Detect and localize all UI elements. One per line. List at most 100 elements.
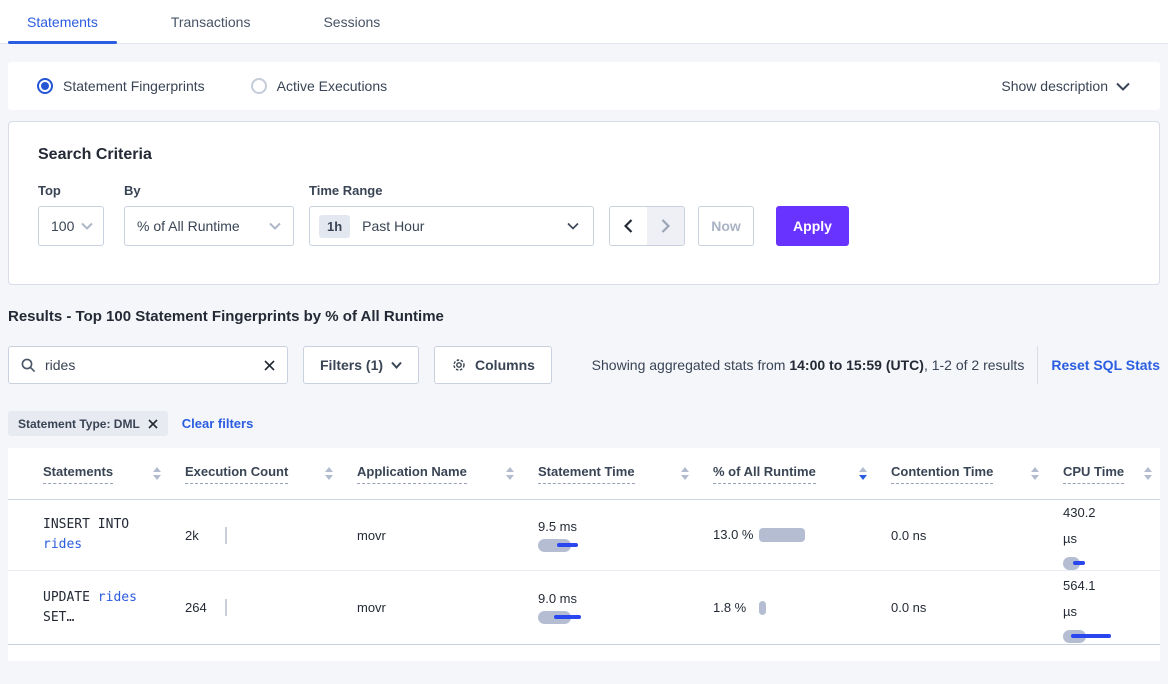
sort-icon[interactable]	[325, 467, 333, 480]
cpu-time-bar	[1063, 557, 1133, 570]
active-tab-underline	[8, 41, 117, 44]
execution-count-value: 2k	[185, 528, 225, 543]
time-range-next-button[interactable]	[647, 207, 684, 245]
show-description-toggle[interactable]: Show description	[1001, 78, 1130, 94]
sort-icon[interactable]	[681, 467, 689, 480]
application-name-cell: movr	[357, 600, 538, 615]
search-criteria-form: Top 100 By % of All Runtime Time Range 1…	[38, 183, 1159, 246]
time-range-pager	[609, 206, 685, 246]
pct-runtime-cell: 13.0 %	[713, 522, 891, 548]
table-header-row: Statements Execution Count Application N…	[8, 448, 1160, 500]
execution-count-bar	[225, 527, 227, 544]
table-row[interactable]: UPDATE rides SET… 264 movr 9.0 ms 1.8 % …	[8, 571, 1160, 645]
execution-count-bar	[225, 599, 227, 616]
cpu-time-value: 564.1 µs	[1063, 573, 1111, 625]
by-label: By	[124, 183, 309, 198]
now-button[interactable]: Now	[698, 206, 754, 246]
pct-runtime-value: 13.0 %	[713, 522, 757, 548]
pct-runtime-bar	[759, 528, 805, 542]
statement-time-value: 9.0 ms	[538, 591, 713, 606]
time-range-field: Time Range 1h Past Hour	[309, 183, 609, 246]
tab-statements[interactable]: Statements	[27, 14, 98, 30]
execution-count-cell: 264	[185, 599, 357, 616]
filter-chip-label: Statement Type: DML	[18, 417, 140, 431]
col-header-application-name[interactable]: Application Name	[357, 464, 538, 484]
top-select[interactable]: 100	[38, 206, 104, 246]
execution-count-value: 264	[185, 600, 225, 615]
statements-table: Statements Execution Count Application N…	[8, 448, 1160, 661]
tab-transactions[interactable]: Transactions	[171, 14, 251, 30]
time-range-select[interactable]: 1h Past Hour	[309, 206, 594, 246]
search-criteria-card: Search Criteria Top 100 By % of All Runt…	[8, 121, 1160, 285]
chevron-down-icon	[269, 222, 281, 230]
columns-button[interactable]: Columns	[434, 346, 552, 384]
remove-filter-icon[interactable]	[148, 419, 158, 429]
col-header-statement-time[interactable]: Statement Time	[538, 464, 713, 484]
col-header-statements[interactable]: Statements	[43, 464, 185, 484]
toolbar-divider	[1037, 346, 1038, 384]
statement-search-box[interactable]	[8, 346, 288, 384]
aggregated-stats-note: Showing aggregated stats from 14:00 to 1…	[592, 357, 1025, 373]
results-toolbar: Filters (1) Columns Showing aggregated s…	[8, 346, 1160, 384]
radio-unselected-icon[interactable]	[251, 78, 267, 94]
stats-suffix: , 1-2 of 2 results	[924, 357, 1024, 373]
time-range-prev-button[interactable]	[610, 207, 647, 245]
sort-icon[interactable]	[153, 467, 161, 480]
sort-icon[interactable]	[1031, 467, 1039, 480]
show-description-label: Show description	[1001, 78, 1108, 94]
clear-filters-link[interactable]: Clear filters	[182, 416, 254, 431]
filters-button[interactable]: Filters (1)	[303, 346, 419, 384]
cpu-time-cell: 430.2 µs	[1063, 500, 1160, 570]
search-criteria-title: Search Criteria	[38, 146, 1159, 164]
apply-button[interactable]: Apply	[776, 206, 849, 246]
cpu-time-bar	[1063, 630, 1133, 643]
statement-time-cell: 9.5 ms	[538, 519, 713, 552]
time-range-badge: 1h	[319, 215, 350, 238]
search-input[interactable]	[45, 357, 264, 373]
statement-time-cell: 9.0 ms	[538, 591, 713, 624]
radio-selected-icon[interactable]	[37, 78, 53, 94]
col-header-cpu-time[interactable]: CPU Time	[1063, 464, 1160, 484]
statement-text: INSERT INTO	[43, 517, 129, 532]
by-select[interactable]: % of All Runtime	[124, 206, 294, 246]
pct-runtime-bar	[759, 601, 766, 615]
time-range-label: Time Range	[309, 183, 609, 198]
columns-label: Columns	[475, 357, 535, 373]
filters-label: Filters (1)	[320, 357, 383, 373]
table-row[interactable]: INSERT INTO rides 2k movr 9.5 ms 13.0 % …	[8, 500, 1160, 571]
statement-link[interactable]: INSERT INTO rides	[43, 515, 185, 555]
clear-search-icon[interactable]	[264, 360, 275, 371]
radio-label: Statement Fingerprints	[63, 78, 205, 94]
view-mode-panel: Statement Fingerprints Active Executions…	[8, 62, 1160, 110]
search-icon	[21, 358, 36, 373]
filter-chip-row: Statement Type: DML Clear filters	[8, 411, 1160, 436]
pct-runtime-value: 1.8 %	[713, 595, 757, 621]
cpu-time-value: 430.2 µs	[1063, 500, 1111, 552]
results-heading: Results - Top 100 Statement Fingerprints…	[8, 308, 1160, 325]
chevron-right-icon	[661, 219, 670, 233]
chevron-down-icon	[567, 222, 579, 230]
filter-chip-statement-type[interactable]: Statement Type: DML	[8, 411, 168, 436]
col-header-contention-time[interactable]: Contention Time	[891, 464, 1063, 484]
application-name-cell: movr	[357, 528, 538, 543]
statement-link[interactable]: UPDATE rides SET…	[43, 588, 185, 628]
statement-time-bar	[538, 611, 608, 624]
reset-sql-stats-link[interactable]: Reset SQL Stats	[1051, 357, 1160, 373]
sort-icon[interactable]	[506, 467, 514, 480]
statement-table-name[interactable]: rides	[43, 537, 82, 552]
top-select-value: 100	[51, 218, 74, 234]
tab-sessions[interactable]: Sessions	[323, 14, 380, 30]
sort-icon-active-desc[interactable]	[859, 467, 867, 480]
statement-time-value: 9.5 ms	[538, 519, 713, 534]
execution-count-cell: 2k	[185, 527, 357, 544]
col-header-execution-count[interactable]: Execution Count	[185, 464, 357, 484]
col-header-pct-runtime[interactable]: % of All Runtime	[713, 464, 891, 484]
chevron-down-icon	[1116, 82, 1130, 91]
statement-text: SET…	[43, 610, 74, 625]
radio-label: Active Executions	[277, 78, 388, 94]
chevron-left-icon	[624, 219, 633, 233]
statement-table-name[interactable]: rides	[98, 590, 137, 605]
sort-icon[interactable]	[1144, 467, 1152, 480]
radio-statement-fingerprints[interactable]: Statement Fingerprints	[37, 78, 205, 94]
radio-active-executions[interactable]: Active Executions	[251, 78, 388, 94]
